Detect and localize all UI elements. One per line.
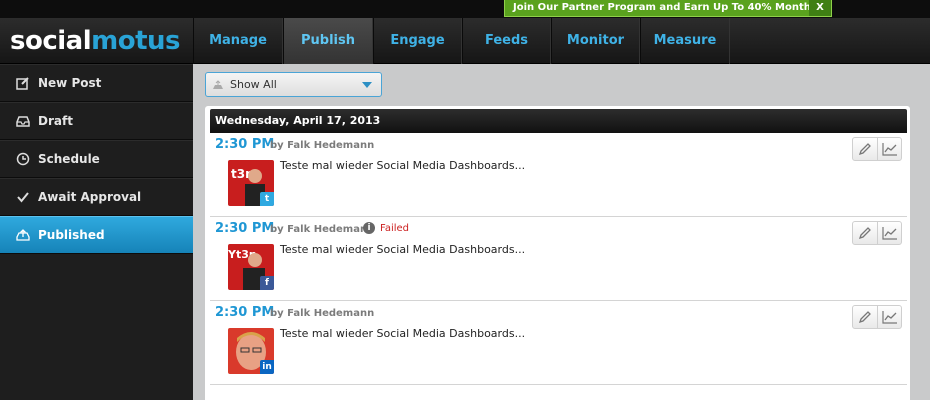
post-item: 2:30 PM by Falk Hedemann in Teste mal wi… <box>210 301 907 385</box>
show-filter-dropdown[interactable]: Show All <box>205 72 382 97</box>
filter-icon <box>212 79 224 90</box>
sidebar-item-label: Schedule <box>38 152 100 166</box>
line-chart-icon <box>881 311 897 324</box>
sidebar-item-await-approval[interactable]: Await Approval <box>0 178 193 216</box>
pencil-icon <box>858 143 871 156</box>
pencil-icon <box>858 311 871 324</box>
sidebar-item-schedule[interactable]: Schedule <box>0 140 193 178</box>
post-text: Teste mal wieder Social Media Dashboards… <box>280 327 526 340</box>
linkedin-icon: in <box>260 360 274 374</box>
post-text: Teste mal wieder Social Media Dashboards… <box>280 243 526 256</box>
post-time: 2:30 PM <box>215 137 275 152</box>
clock-icon <box>16 152 30 166</box>
edit-post-button[interactable] <box>853 138 877 160</box>
post-time: 2:30 PM <box>215 305 275 320</box>
inbox-icon <box>16 114 30 128</box>
sidebar-item-label: Published <box>38 228 105 242</box>
checkmark-icon <box>16 190 30 204</box>
sidebar-item-label: New Post <box>38 76 102 90</box>
nav-tab-feeds[interactable]: Feeds <box>462 18 551 64</box>
post-text: Teste mal wieder Social Media Dashboards… <box>280 159 526 172</box>
top-strip: Join Our Partner Program and Earn Up To … <box>0 0 930 29</box>
post-thumbnail[interactable]: t3n t <box>228 160 274 206</box>
post-actions <box>852 137 902 161</box>
sidebar-item-published[interactable]: Published <box>0 216 193 254</box>
main-content: Show All Wednesday, April 17, 2013 2:30 … <box>193 64 930 400</box>
nav-tab-measure[interactable]: Measure <box>640 18 730 64</box>
logo-part-motus: motus <box>91 26 180 56</box>
post-actions <box>852 305 902 329</box>
nav-tab-monitor[interactable]: Monitor <box>551 18 640 64</box>
post-analytics-button[interactable] <box>877 138 901 160</box>
date-header: Wednesday, April 17, 2013 <box>210 109 907 133</box>
post-actions <box>852 221 902 245</box>
post-thumbnail[interactable]: Yt3n f <box>228 244 274 290</box>
post-thumbnail[interactable]: in <box>228 328 274 374</box>
sidebar-item-new-post[interactable]: New Post <box>0 64 193 102</box>
sidebar-item-label: Await Approval <box>38 190 142 204</box>
edit-post-button[interactable] <box>853 222 877 244</box>
edit-post-button[interactable] <box>853 306 877 328</box>
filter-value: Show All <box>230 78 277 91</box>
status-text: Failed <box>380 222 410 234</box>
status-badge: i Failed <box>363 222 409 234</box>
post-item: 2:30 PM by Falk Hedemann t3n t Teste mal… <box>210 133 907 217</box>
post-time: 2:30 PM <box>215 221 275 236</box>
info-icon: i <box>363 222 375 234</box>
post-analytics-button[interactable] <box>877 222 901 244</box>
post-item: 2:30 PM by Falk Hedemann i Failed Yt3n f… <box>210 217 907 301</box>
main-nav: Manage Publish Engage Feeds Monitor Meas… <box>193 18 730 64</box>
upload-tray-icon <box>16 228 30 242</box>
logo-part-social: social <box>10 26 92 56</box>
post-analytics-button[interactable] <box>877 306 901 328</box>
twitter-icon: t <box>260 192 274 206</box>
partner-promo-banner[interactable]: Join Our Partner Program and Earn Up To … <box>504 0 832 29</box>
promo-close-button[interactable]: X <box>809 0 831 16</box>
post-author[interactable]: by Falk Hedemann <box>270 308 374 319</box>
sidebar-item-label: Draft <box>38 114 73 128</box>
post-author[interactable]: by Falk Hedemann <box>270 224 374 235</box>
chevron-down-icon <box>362 82 372 88</box>
edit-icon <box>16 76 30 90</box>
published-posts-panel: Wednesday, April 17, 2013 2:30 PM by Fal… <box>205 106 910 400</box>
sidebar-item-draft[interactable]: Draft <box>0 102 193 140</box>
sidebar: New Post Draft Schedule Await Approval P… <box>0 64 193 400</box>
facebook-icon: f <box>260 276 274 290</box>
pencil-icon <box>858 227 871 240</box>
nav-tab-engage[interactable]: Engage <box>373 18 462 64</box>
post-author[interactable]: by Falk Hedemann <box>270 140 374 151</box>
socialmotus-logo[interactable]: socialmotus <box>10 26 180 56</box>
line-chart-icon <box>881 143 897 156</box>
app-header: socialmotus Manage Publish Engage Feeds … <box>0 18 930 64</box>
nav-tab-manage[interactable]: Manage <box>193 18 283 64</box>
line-chart-icon <box>881 227 897 240</box>
nav-tab-publish[interactable]: Publish <box>283 18 373 64</box>
